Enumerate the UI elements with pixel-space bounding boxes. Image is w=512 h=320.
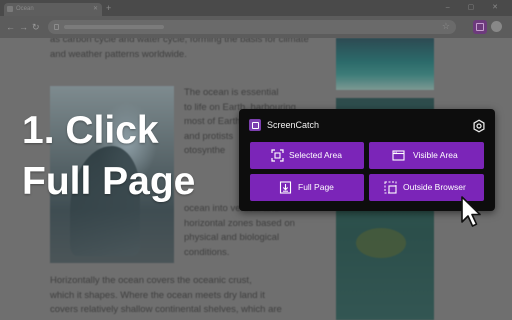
favicon-icon bbox=[7, 6, 13, 12]
browser-window-icon bbox=[392, 150, 405, 161]
lock-icon bbox=[54, 24, 59, 30]
outside-browser-label: Outside Browser bbox=[403, 182, 466, 192]
selected-area-button[interactable]: Selected Area bbox=[250, 142, 364, 169]
side-line: physical and biological bbox=[184, 232, 280, 243]
popup-title: ScreenCatch bbox=[267, 120, 320, 130]
tab-title: Ocean bbox=[16, 6, 34, 12]
visible-area-button[interactable]: Visible Area bbox=[369, 142, 484, 169]
outside-browser-icon bbox=[384, 181, 397, 194]
address-bar[interactable]: ☆ bbox=[48, 20, 456, 34]
ocean-wave-image bbox=[336, 38, 434, 90]
visible-area-label: Visible Area bbox=[413, 150, 458, 160]
tab-close-icon[interactable]: ✕ bbox=[93, 3, 98, 16]
full-page-label: Full Page bbox=[298, 182, 334, 192]
new-tab-button[interactable]: + bbox=[106, 3, 111, 14]
tab-strip: Ocean ✕ + – ▢ ✕ bbox=[0, 0, 512, 16]
screencatch-extension-icon[interactable] bbox=[473, 20, 487, 34]
side-line: The ocean is essential bbox=[184, 87, 279, 98]
caption-line-1: 1. Click bbox=[22, 109, 159, 152]
side-line: conditions. bbox=[184, 246, 230, 258]
caption-line-2: Full Page bbox=[22, 160, 196, 203]
url-placeholder bbox=[64, 25, 164, 29]
selected-area-label: Selected Area bbox=[289, 150, 342, 160]
back-button[interactable]: ← bbox=[6, 21, 15, 33]
profile-avatar-icon[interactable] bbox=[491, 21, 502, 32]
browser-toolbar: ← → ↻ ☆ bbox=[0, 16, 512, 38]
settings-gear-icon[interactable] bbox=[472, 119, 486, 133]
reload-button[interactable]: ↻ bbox=[32, 21, 40, 33]
screencatch-logo-icon bbox=[249, 119, 261, 131]
window-controls[interactable]: – ▢ ✕ bbox=[446, 3, 506, 11]
browser-tab[interactable]: Ocean ✕ bbox=[4, 3, 102, 16]
bottom-line: covers relatively shallow continental sh… bbox=[50, 304, 282, 315]
forward-button[interactable]: → bbox=[19, 21, 28, 33]
bottom-line: Horizontally the ocean covers the oceani… bbox=[50, 275, 252, 286]
bottom-line: which it shapes. Where the ocean meets d… bbox=[50, 289, 265, 301]
download-page-icon bbox=[279, 181, 292, 194]
article-bottom-text: Horizontally the ocean covers the oceani… bbox=[50, 274, 340, 318]
star-icon[interactable]: ☆ bbox=[442, 21, 450, 32]
side-line: horizontal zones based on bbox=[184, 217, 295, 229]
article-intro: as carbon cycle and water cycle, forming… bbox=[50, 38, 309, 60]
mouse-pointer-icon bbox=[461, 196, 481, 227]
screencatch-popup: ScreenCatch Selected Area Visible Area F… bbox=[239, 109, 495, 211]
full-page-button[interactable]: Full Page bbox=[250, 174, 364, 201]
selected-area-icon bbox=[271, 149, 284, 162]
instruction-caption: 1. Click Full Page bbox=[22, 105, 232, 207]
